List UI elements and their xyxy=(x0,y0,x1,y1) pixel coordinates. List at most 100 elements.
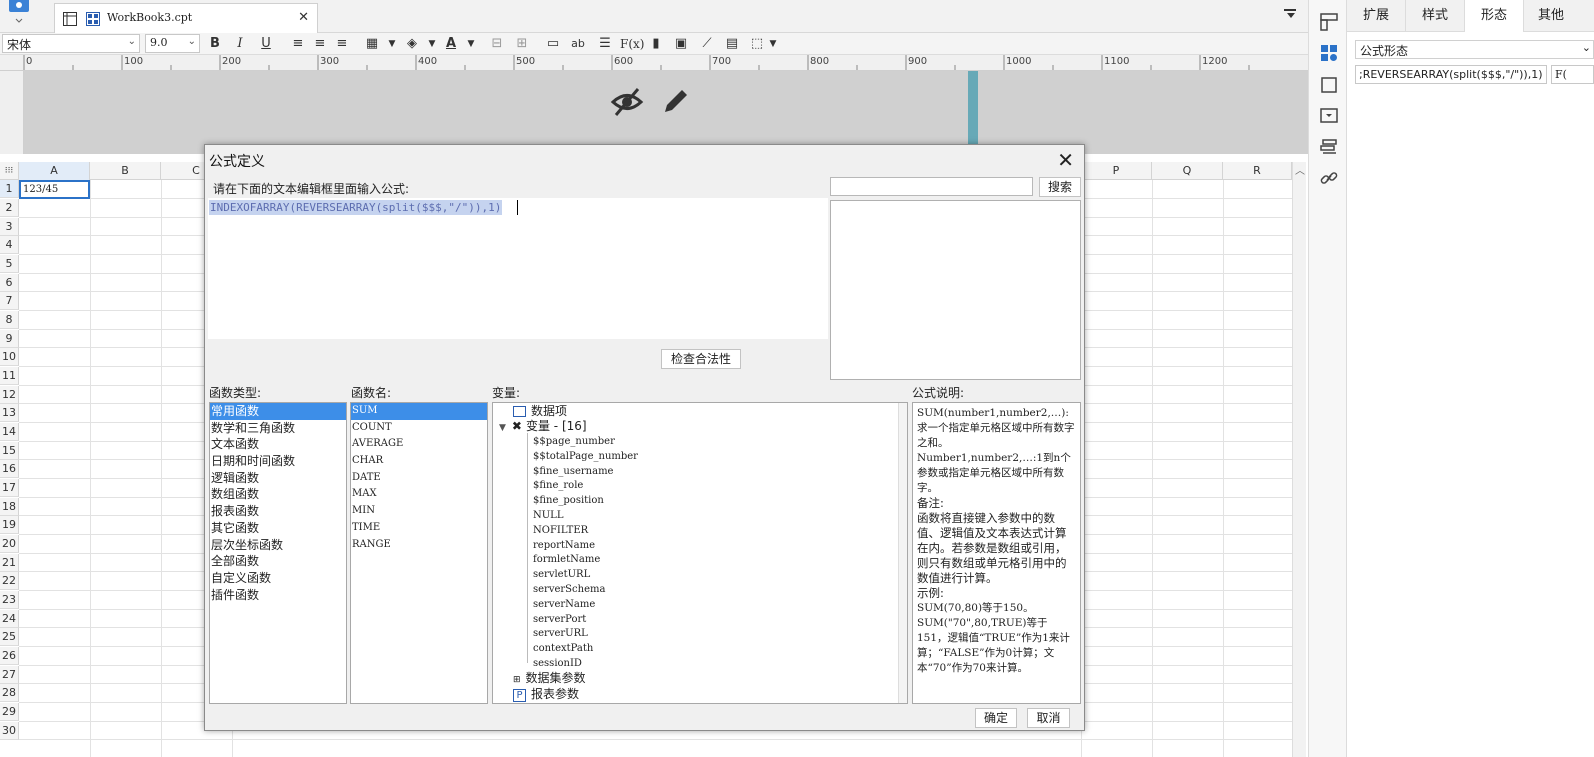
report-design-area[interactable] xyxy=(24,71,1308,154)
formula-icon[interactable]: F(x) xyxy=(620,35,644,53)
tab-style[interactable]: 样式 xyxy=(1406,0,1465,32)
tree-leaf[interactable]: NULL xyxy=(533,508,563,523)
list-item[interactable]: TIME xyxy=(351,520,487,537)
align-center-icon[interactable]: ≡ xyxy=(312,35,328,53)
list-item[interactable]: 数组函数 xyxy=(210,486,346,503)
tree-leaf[interactable]: formletName xyxy=(533,552,600,567)
image-icon[interactable]: ▣ xyxy=(673,35,689,53)
close-icon[interactable]: ✕ xyxy=(1057,148,1074,172)
scroll-up-icon[interactable]: ︿ xyxy=(1295,162,1305,177)
bold-icon[interactable]: B xyxy=(207,35,223,53)
list-item[interactable]: 日期和时间函数 xyxy=(210,453,346,470)
tree-node-report-params[interactable]: P 报表参数 xyxy=(513,687,579,702)
formula-editor-button[interactable]: F( xyxy=(1551,65,1594,84)
tree-leaf[interactable]: serverSchema xyxy=(533,582,605,597)
list-item[interactable]: 自定义函数 xyxy=(210,570,346,587)
tree-leaf[interactable]: reportName xyxy=(533,538,595,553)
list-item[interactable]: DATE xyxy=(351,470,487,487)
cell-a1[interactable]: 123/45 xyxy=(19,180,90,199)
sub-report-icon[interactable]: ▤ xyxy=(724,35,740,53)
frame-attribute-icon[interactable] xyxy=(1319,75,1339,95)
display-icon[interactable] xyxy=(1319,106,1339,126)
list-item[interactable]: COUNT xyxy=(351,420,487,437)
list-item[interactable]: 全部函数 xyxy=(210,553,346,570)
check-validity-button[interactable]: 检查合法性 xyxy=(661,349,741,369)
workbook-tab[interactable]: WorkBook3.cpt ✕ xyxy=(54,3,318,33)
tree-leaf[interactable]: serverPort xyxy=(533,612,586,627)
hyperlink-icon[interactable] xyxy=(1319,168,1339,188)
list-item[interactable]: 文本函数 xyxy=(210,436,346,453)
list-item[interactable]: 逻辑函数 xyxy=(210,470,346,487)
cancel-button[interactable]: 取消 xyxy=(1027,708,1070,728)
cell-attribute-icon[interactable] xyxy=(1319,12,1339,32)
search-button[interactable]: 搜索 xyxy=(1039,177,1081,197)
tree-leaf[interactable]: $fine_position xyxy=(533,493,604,508)
chevron-down-icon[interactable]: ▼ xyxy=(765,35,781,53)
list-item[interactable]: 常用函数 xyxy=(210,403,346,420)
bar-chart-icon[interactable]: ▮ xyxy=(648,35,664,53)
tree-node-variables[interactable]: ▼ ✖ 变量 - [16] xyxy=(499,419,587,434)
tree-leaf[interactable]: $$totalPage_number xyxy=(533,449,638,464)
widget-settings-icon[interactable] xyxy=(1319,43,1339,63)
hide-icon[interactable] xyxy=(610,85,644,122)
select-all-corner[interactable]: ⁝⁝⁝ xyxy=(0,162,19,180)
vertical-scrollbar[interactable]: ︿ xyxy=(1292,162,1306,757)
function-type-list[interactable]: 常用函数 数学和三角函数 文本函数 日期和时间函数 逻辑函数 数组函数 报表函数… xyxy=(209,402,347,704)
function-name-list[interactable]: SUM COUNT AVERAGE CHAR DATE MAX MIN TIME… xyxy=(350,402,488,704)
formula-value-input[interactable]: ;REVERSEARRAY(split($$$,"/")),1) xyxy=(1355,65,1547,84)
edit-pencil-icon[interactable] xyxy=(660,85,692,120)
list-item[interactable]: 其它函数 xyxy=(210,520,346,537)
merge-cells-icon[interactable]: ⊟ xyxy=(489,35,505,53)
tree-leaf[interactable]: contextPath xyxy=(533,641,593,656)
tab-expand[interactable]: 扩展 xyxy=(1347,0,1406,32)
chevron-down-icon[interactable]: ▼ xyxy=(463,35,479,53)
form-type-select[interactable]: 公式形态 ⌄ xyxy=(1355,40,1594,59)
list-item[interactable]: 层次坐标函数 xyxy=(210,537,346,554)
tree-leaf[interactable]: NOFILTER xyxy=(533,523,588,538)
italic-icon[interactable]: I xyxy=(232,35,248,53)
list-item[interactable]: MAX xyxy=(351,486,487,503)
tree-leaf[interactable]: servletURL xyxy=(533,567,590,582)
paragraph-icon[interactable]: ☰ xyxy=(597,35,613,53)
tree-leaf[interactable]: $$page_number xyxy=(533,434,615,449)
column-header[interactable]: A xyxy=(19,162,90,180)
tree-node-data-item[interactable]: 数据项 xyxy=(513,404,567,419)
column-header[interactable]: P xyxy=(1081,162,1152,180)
column-header[interactable]: Q xyxy=(1152,162,1223,180)
tree-leaf[interactable]: sessionID xyxy=(533,656,582,671)
frame-icon[interactable]: ⬚ xyxy=(749,35,765,53)
list-item[interactable]: RANGE xyxy=(351,537,487,554)
underline-icon[interactable]: U xyxy=(258,35,274,53)
align-right-icon[interactable]: ≡ xyxy=(334,35,350,53)
function-search-input[interactable] xyxy=(830,177,1033,196)
wrap-icon[interactable]: ▭ xyxy=(545,35,561,53)
chevron-down-icon[interactable]: ▼ xyxy=(424,35,440,53)
chevron-down-icon[interactable]: ▼ xyxy=(384,35,400,53)
tree-leaf[interactable]: serverURL xyxy=(533,626,588,641)
list-item[interactable]: SUM xyxy=(351,403,487,420)
list-item[interactable]: 数学和三角函数 xyxy=(210,420,346,437)
app-logo-icon[interactable] xyxy=(6,0,32,24)
tab-menu-icon[interactable] xyxy=(1284,9,1298,24)
tree-leaf[interactable]: $fine_role xyxy=(533,478,583,493)
condition-attribute-icon[interactable] xyxy=(1319,137,1339,157)
tree-node-dataset-params[interactable]: ⊞ 数据集参数 xyxy=(513,671,586,686)
font-name-select[interactable]: 宋体 ⌄ xyxy=(2,34,140,53)
split-cells-icon[interactable]: ⊞ xyxy=(514,35,530,53)
close-tab-icon[interactable]: ✕ xyxy=(298,10,309,25)
list-item[interactable]: 插件函数 xyxy=(210,587,346,604)
fill-color-icon[interactable]: ◈ xyxy=(404,35,420,53)
text-icon[interactable]: ab xyxy=(570,35,586,53)
variable-tree-scrollbar[interactable] xyxy=(898,403,907,703)
list-item[interactable]: CHAR xyxy=(351,453,487,470)
column-header[interactable]: B xyxy=(90,162,161,180)
formula-editor[interactable]: INDEXOFARRAY(REVERSEARRAY(split($$$,"/")… xyxy=(208,198,828,339)
variable-tree[interactable]: 数据项 ▼ ✖ 变量 - [16] $$page_number $$totalPag… xyxy=(492,402,908,704)
tree-leaf[interactable]: serverName xyxy=(533,597,595,612)
align-left-icon[interactable]: ≡ xyxy=(290,35,306,53)
slash-icon[interactable]: ⟋ xyxy=(699,35,715,53)
border-icon[interactable]: ▦ xyxy=(364,35,380,53)
list-item[interactable]: AVERAGE xyxy=(351,436,487,453)
ok-button[interactable]: 确定 xyxy=(975,708,1017,728)
tab-other[interactable]: 其他 xyxy=(1524,0,1594,32)
